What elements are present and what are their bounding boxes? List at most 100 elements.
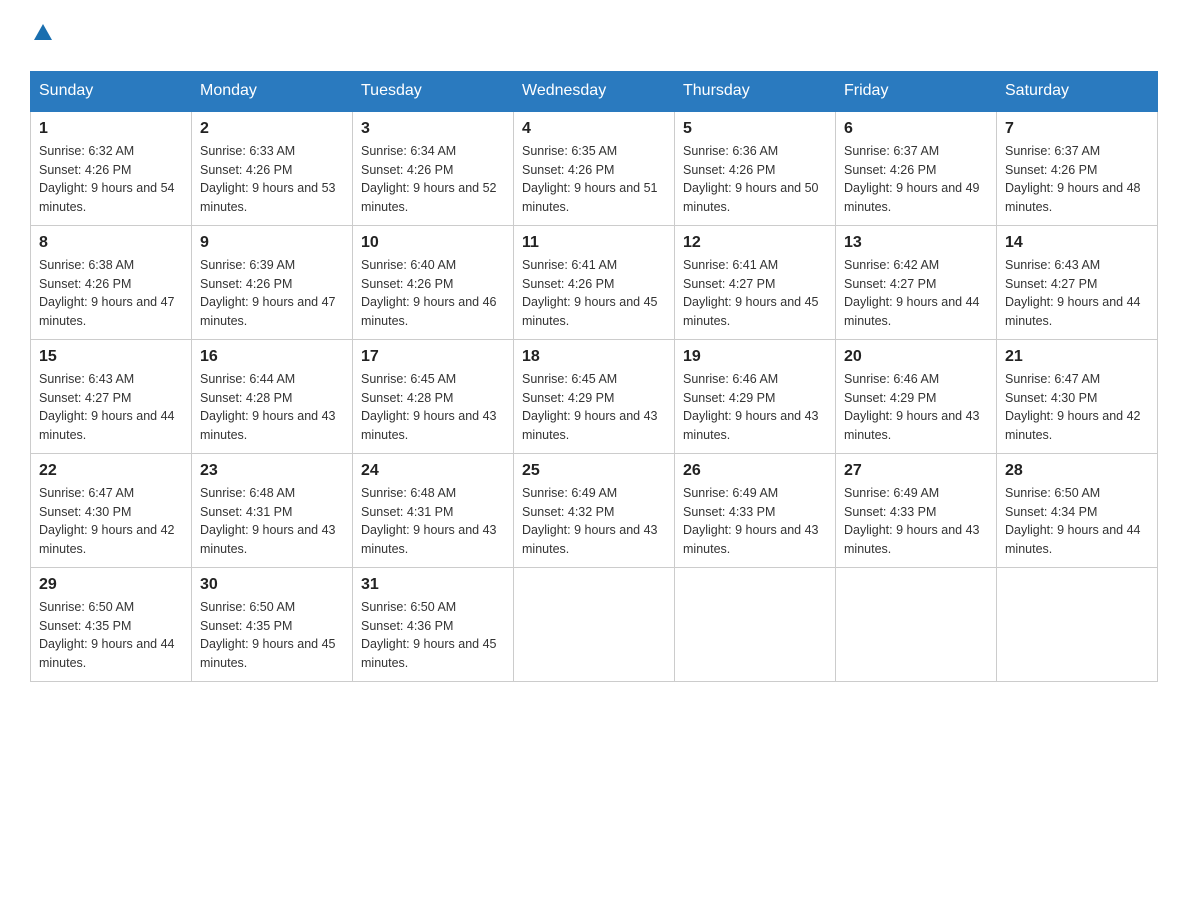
calendar-cell: 29 Sunrise: 6:50 AMSunset: 4:35 PMDaylig… [31,567,192,681]
day-info: Sunrise: 6:37 AMSunset: 4:26 PMDaylight:… [1005,144,1141,214]
calendar-cell: 20 Sunrise: 6:46 AMSunset: 4:29 PMDaylig… [836,339,997,453]
day-info: Sunrise: 6:50 AMSunset: 4:35 PMDaylight:… [39,600,175,670]
calendar-week-row: 1 Sunrise: 6:32 AMSunset: 4:26 PMDayligh… [31,111,1158,226]
day-number: 31 [361,576,505,594]
day-number: 23 [200,462,344,480]
day-info: Sunrise: 6:47 AMSunset: 4:30 PMDaylight:… [1005,372,1141,442]
day-info: Sunrise: 6:49 AMSunset: 4:33 PMDaylight:… [683,486,819,556]
day-info: Sunrise: 6:38 AMSunset: 4:26 PMDaylight:… [39,258,175,328]
day-number: 22 [39,462,183,480]
calendar-cell: 2 Sunrise: 6:33 AMSunset: 4:26 PMDayligh… [192,111,353,226]
calendar-cell: 13 Sunrise: 6:42 AMSunset: 4:27 PMDaylig… [836,225,997,339]
day-info: Sunrise: 6:37 AMSunset: 4:26 PMDaylight:… [844,144,980,214]
day-info: Sunrise: 6:43 AMSunset: 4:27 PMDaylight:… [39,372,175,442]
day-info: Sunrise: 6:46 AMSunset: 4:29 PMDaylight:… [844,372,980,442]
day-info: Sunrise: 6:50 AMSunset: 4:34 PMDaylight:… [1005,486,1141,556]
calendar-header-row: SundayMondayTuesdayWednesdayThursdayFrid… [31,71,1158,111]
calendar-cell [514,567,675,681]
day-number: 7 [1005,120,1149,138]
calendar-cell: 28 Sunrise: 6:50 AMSunset: 4:34 PMDaylig… [997,453,1158,567]
day-number: 20 [844,348,988,366]
day-info: Sunrise: 6:34 AMSunset: 4:26 PMDaylight:… [361,144,497,214]
calendar-cell: 22 Sunrise: 6:47 AMSunset: 4:30 PMDaylig… [31,453,192,567]
day-info: Sunrise: 6:49 AMSunset: 4:33 PMDaylight:… [844,486,980,556]
calendar-cell: 9 Sunrise: 6:39 AMSunset: 4:26 PMDayligh… [192,225,353,339]
day-info: Sunrise: 6:49 AMSunset: 4:32 PMDaylight:… [522,486,658,556]
calendar-cell: 19 Sunrise: 6:46 AMSunset: 4:29 PMDaylig… [675,339,836,453]
calendar-table: SundayMondayTuesdayWednesdayThursdayFrid… [30,71,1158,682]
calendar-cell: 21 Sunrise: 6:47 AMSunset: 4:30 PMDaylig… [997,339,1158,453]
day-number: 24 [361,462,505,480]
day-info: Sunrise: 6:40 AMSunset: 4:26 PMDaylight:… [361,258,497,328]
day-number: 3 [361,120,505,138]
calendar-cell: 24 Sunrise: 6:48 AMSunset: 4:31 PMDaylig… [353,453,514,567]
calendar-cell: 12 Sunrise: 6:41 AMSunset: 4:27 PMDaylig… [675,225,836,339]
day-info: Sunrise: 6:44 AMSunset: 4:28 PMDaylight:… [200,372,336,442]
day-number: 26 [683,462,827,480]
day-info: Sunrise: 6:50 AMSunset: 4:36 PMDaylight:… [361,600,497,670]
calendar-cell: 18 Sunrise: 6:45 AMSunset: 4:29 PMDaylig… [514,339,675,453]
calendar-cell: 16 Sunrise: 6:44 AMSunset: 4:28 PMDaylig… [192,339,353,453]
day-number: 6 [844,120,988,138]
day-number: 10 [361,234,505,252]
calendar-week-row: 8 Sunrise: 6:38 AMSunset: 4:26 PMDayligh… [31,225,1158,339]
day-number: 19 [683,348,827,366]
day-header-wednesday: Wednesday [514,71,675,111]
day-info: Sunrise: 6:46 AMSunset: 4:29 PMDaylight:… [683,372,819,442]
calendar-cell: 31 Sunrise: 6:50 AMSunset: 4:36 PMDaylig… [353,567,514,681]
day-info: Sunrise: 6:43 AMSunset: 4:27 PMDaylight:… [1005,258,1141,328]
calendar-cell: 1 Sunrise: 6:32 AMSunset: 4:26 PMDayligh… [31,111,192,226]
calendar-cell: 23 Sunrise: 6:48 AMSunset: 4:31 PMDaylig… [192,453,353,567]
calendar-cell: 5 Sunrise: 6:36 AMSunset: 4:26 PMDayligh… [675,111,836,226]
calendar-cell: 10 Sunrise: 6:40 AMSunset: 4:26 PMDaylig… [353,225,514,339]
page-header [30,20,1158,51]
day-number: 2 [200,120,344,138]
day-number: 8 [39,234,183,252]
day-number: 25 [522,462,666,480]
calendar-cell: 25 Sunrise: 6:49 AMSunset: 4:32 PMDaylig… [514,453,675,567]
calendar-week-row: 15 Sunrise: 6:43 AMSunset: 4:27 PMDaylig… [31,339,1158,453]
day-number: 21 [1005,348,1149,366]
day-info: Sunrise: 6:36 AMSunset: 4:26 PMDaylight:… [683,144,819,214]
day-number: 9 [200,234,344,252]
day-number: 28 [1005,462,1149,480]
day-header-sunday: Sunday [31,71,192,111]
calendar-cell [997,567,1158,681]
day-number: 1 [39,120,183,138]
logo [30,20,54,51]
day-info: Sunrise: 6:41 AMSunset: 4:26 PMDaylight:… [522,258,658,328]
calendar-cell: 8 Sunrise: 6:38 AMSunset: 4:26 PMDayligh… [31,225,192,339]
day-info: Sunrise: 6:39 AMSunset: 4:26 PMDaylight:… [200,258,336,328]
calendar-cell: 15 Sunrise: 6:43 AMSunset: 4:27 PMDaylig… [31,339,192,453]
day-number: 29 [39,576,183,594]
day-number: 12 [683,234,827,252]
calendar-cell: 30 Sunrise: 6:50 AMSunset: 4:35 PMDaylig… [192,567,353,681]
calendar-cell: 27 Sunrise: 6:49 AMSunset: 4:33 PMDaylig… [836,453,997,567]
day-number: 15 [39,348,183,366]
day-header-saturday: Saturday [997,71,1158,111]
calendar-cell: 11 Sunrise: 6:41 AMSunset: 4:26 PMDaylig… [514,225,675,339]
day-number: 18 [522,348,666,366]
day-info: Sunrise: 6:42 AMSunset: 4:27 PMDaylight:… [844,258,980,328]
day-header-thursday: Thursday [675,71,836,111]
day-number: 14 [1005,234,1149,252]
calendar-cell [836,567,997,681]
calendar-cell: 26 Sunrise: 6:49 AMSunset: 4:33 PMDaylig… [675,453,836,567]
calendar-week-row: 22 Sunrise: 6:47 AMSunset: 4:30 PMDaylig… [31,453,1158,567]
calendar-cell [675,567,836,681]
day-header-monday: Monday [192,71,353,111]
day-info: Sunrise: 6:32 AMSunset: 4:26 PMDaylight:… [39,144,175,214]
day-info: Sunrise: 6:47 AMSunset: 4:30 PMDaylight:… [39,486,175,556]
day-info: Sunrise: 6:45 AMSunset: 4:28 PMDaylight:… [361,372,497,442]
day-info: Sunrise: 6:48 AMSunset: 4:31 PMDaylight:… [361,486,497,556]
day-info: Sunrise: 6:50 AMSunset: 4:35 PMDaylight:… [200,600,336,670]
day-number: 13 [844,234,988,252]
calendar-cell: 6 Sunrise: 6:37 AMSunset: 4:26 PMDayligh… [836,111,997,226]
day-number: 11 [522,234,666,252]
day-info: Sunrise: 6:48 AMSunset: 4:31 PMDaylight:… [200,486,336,556]
day-number: 27 [844,462,988,480]
calendar-cell: 4 Sunrise: 6:35 AMSunset: 4:26 PMDayligh… [514,111,675,226]
day-header-friday: Friday [836,71,997,111]
day-info: Sunrise: 6:45 AMSunset: 4:29 PMDaylight:… [522,372,658,442]
day-header-tuesday: Tuesday [353,71,514,111]
